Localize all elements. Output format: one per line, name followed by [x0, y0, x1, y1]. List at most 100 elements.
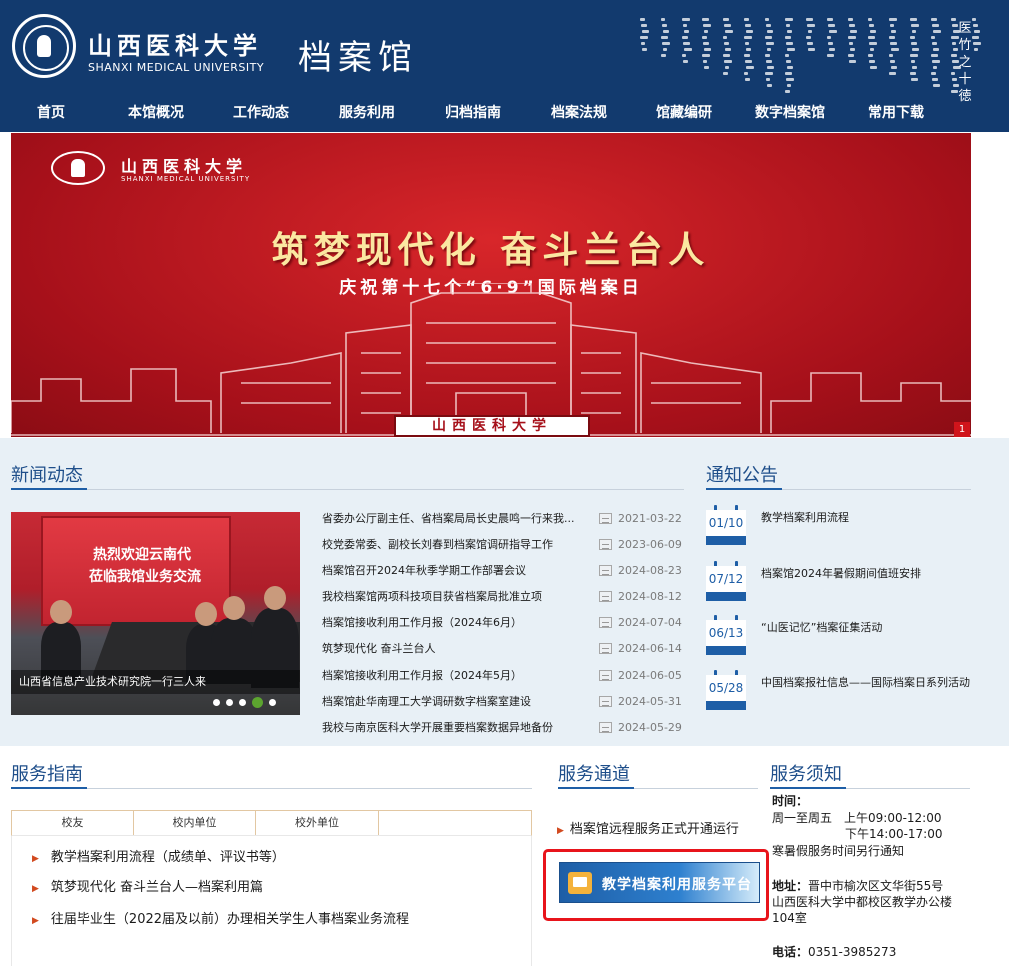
slide-dots [213, 697, 276, 708]
guide-section-title[interactable]: 服务指南 [11, 760, 83, 786]
notice-date: 07/12 [706, 566, 746, 592]
university-name-en: SHANXI MEDICAL UNIVERSITY [88, 61, 265, 74]
nav-filing-guide[interactable]: 归档指南 [437, 98, 509, 128]
time-line-2: 下午14:00-17:00 [845, 827, 943, 841]
notice-item[interactable]: 05/28 中国档案报社信息——国际档案日系列活动 [706, 670, 976, 720]
info-section-title[interactable]: 服务须知 [770, 760, 842, 786]
teaching-archive-platform-button[interactable]: 教学档案利用服务平台 [559, 862, 760, 903]
news-item[interactable]: 我校与南京医科大学开展重要档案数据异地备份 2024-05-29 [320, 715, 684, 741]
news-item[interactable]: 校党委常委、副校长刘春到档案馆调研指导工作 2023-06-09 [320, 532, 684, 558]
news-item[interactable]: 筑梦现代化 奋斗兰台人 2024-06-14 [320, 636, 684, 662]
photo-screen-text-2: 莅临我馆业务交流 [89, 569, 201, 585]
arrow-right-icon: ▶ [32, 854, 39, 864]
guide-item-title[interactable]: 往届毕业生（2022届及以前）办理相关学生人事档案业务流程 [51, 912, 409, 927]
news-item[interactable]: 我校档案馆两项科技项目获省档案局批准立项 2024-08-12 [320, 584, 684, 610]
news-item-title[interactable]: 档案馆召开2024年秋季学期工作部署会议 [322, 558, 582, 584]
news-item-title[interactable]: 档案馆接收利用工作月报（2024年5月） [322, 663, 582, 689]
slide-dot[interactable] [213, 699, 220, 706]
nav-compilation[interactable]: 馆藏编研 [648, 98, 720, 128]
nav-downloads[interactable]: 常用下载 [860, 98, 932, 128]
slide-dot[interactable] [226, 699, 233, 706]
platform-button-text: 教学档案利用服务平台 [602, 877, 752, 893]
slide-dot[interactable] [269, 699, 276, 706]
tab-alumni[interactable]: 校友 [12, 811, 134, 835]
calendar-icon: 01/10 [706, 505, 746, 545]
news-item-date: 2023-06-09 [618, 538, 682, 551]
notice-item[interactable]: 07/12 档案馆2024年暑假期间值班安排 [706, 561, 976, 611]
building-line-art-icon [11, 283, 971, 436]
banner-slide-indicator[interactable]: 1 [954, 422, 970, 437]
guide-item[interactable]: ▶ 往届毕业生（2022届及以前）办理相关学生人事档案业务流程 [32, 908, 409, 932]
hero-banner[interactable]: 山西医科大学 SHANXI MEDICAL UNIVERSITY 筑梦现代化 奋… [11, 133, 971, 437]
phone-number: 0351-3985273 [808, 945, 897, 959]
news-item[interactable]: 档案馆接收利用工作月报（2024年6月） 2024-07-04 [320, 610, 684, 636]
time-line-1: 周一至周五 上午09:00-12:00 [772, 811, 942, 825]
notice-date: 05/28 [706, 675, 746, 701]
remote-service-link[interactable]: ▶ 档案馆远程服务正式开通运行 [557, 818, 739, 837]
notice-title[interactable]: “山医记忆”档案征集活动 [761, 619, 973, 636]
slide-dot-active[interactable] [252, 697, 263, 708]
notice-title[interactable]: 教学档案利用流程 [761, 509, 973, 526]
nav-work-news[interactable]: 工作动态 [225, 98, 297, 128]
image-icon [599, 696, 612, 707]
platform-icon [568, 872, 592, 894]
banner-university-name-en: SHANXI MEDICAL UNIVERSITY [121, 175, 251, 183]
news-item-title[interactable]: 筑梦现代化 奋斗兰台人 [322, 636, 582, 662]
calligraphy-column [909, 18, 919, 100]
notice-item[interactable]: 06/13 “山医记忆”档案征集活动 [706, 615, 976, 665]
motto-calligraphy: 医竹之十徳 [958, 21, 972, 104]
photo-screen-text-1: 热烈欢迎云南代 [93, 547, 191, 563]
notice-divider-accent [706, 488, 782, 490]
university-name-cn: 山西医科大学 [88, 31, 262, 60]
guide-item-title[interactable]: 教学档案利用流程（成绩单、评议书等） [51, 850, 285, 865]
calligraphy-column [681, 18, 692, 100]
calendar-icon: 05/28 [706, 670, 746, 710]
notice-title[interactable]: 中国档案报社信息——国际档案日系列活动 [761, 674, 973, 691]
calendar-icon: 06/13 [706, 615, 746, 655]
news-item-date: 2024-08-12 [618, 590, 682, 603]
notice-title[interactable]: 档案馆2024年暑假期间值班安排 [761, 565, 973, 582]
news-item[interactable]: 档案馆召开2024年秋季学期工作部署会议 2024-08-23 [320, 558, 684, 584]
arrow-right-icon: ▶ [32, 916, 39, 926]
news-item[interactable]: 档案馆接收利用工作月报（2024年5月） 2024-06-05 [320, 663, 684, 689]
remote-service-link-text[interactable]: 档案馆远程服务正式开通运行 [570, 822, 739, 837]
news-item-title[interactable]: 我校与南京医科大学开展重要档案数据异地备份 [322, 715, 582, 741]
nav-digital-archive[interactable]: 数字档案馆 [750, 98, 830, 128]
guide-item[interactable]: ▶ 教学档案利用流程（成绩单、评议书等） [32, 846, 285, 870]
address-label: 地址： [772, 879, 809, 893]
nav-regulations[interactable]: 档案法规 [543, 98, 615, 128]
site-header: 山西医科大学 SHANXI MEDICAL UNIVERSITY 档案馆 医竹之… [0, 0, 1009, 132]
slide-dot[interactable] [239, 699, 246, 706]
tab-internal-units[interactable]: 校内单位 [134, 811, 256, 835]
news-item-title[interactable]: 档案馆接收利用工作月报（2024年6月） [322, 610, 582, 636]
notice-item[interactable]: 01/10 教学档案利用流程 [706, 505, 976, 555]
news-item[interactable]: 省委办公厅副主任、省档案局局长史晨鸣一行来我... 2021-03-22 [320, 506, 684, 532]
news-item-date: 2024-06-05 [618, 669, 682, 682]
nav-about[interactable]: 本馆概况 [120, 98, 192, 128]
guide-item-title[interactable]: 筑梦现代化 奋斗兰台人—档案利用篇 [51, 880, 263, 895]
image-icon [599, 565, 612, 576]
notice-section-title[interactable]: 通知公告 [706, 461, 778, 487]
news-photo-caption[interactable]: 山西省信息产业技术研究院一行三人来 [11, 670, 300, 694]
image-icon [599, 722, 612, 733]
main-nav: 首页 本馆概况 工作动态 服务利用 归档指南 档案法规 馆藏编研 数字档案馆 常… [0, 98, 1009, 128]
nav-services[interactable]: 服务利用 [331, 98, 403, 128]
nav-home[interactable]: 首页 [22, 98, 80, 128]
tab-external-units[interactable]: 校外单位 [256, 811, 379, 835]
university-logo-icon[interactable] [12, 14, 76, 78]
address-line-1: 晋中市榆次区文华街55号 [808, 879, 944, 893]
news-item-title[interactable]: 我校档案馆两项科技项目获省档案局批准立项 [322, 584, 582, 610]
news-item-date: 2024-06-14 [618, 642, 682, 655]
news-item-date: 2024-08-23 [618, 564, 682, 577]
calligraphy-column [868, 18, 878, 100]
banner-logo-icon [51, 151, 105, 185]
channel-section-title[interactable]: 服务通道 [558, 760, 630, 786]
news-item-title[interactable]: 档案馆赴华南理工大学调研数字档案室建设 [322, 689, 582, 715]
news-section-title[interactable]: 新闻动态 [11, 461, 83, 487]
image-icon [599, 539, 612, 550]
banner-plaque: 山西医科大学 [394, 415, 590, 437]
guide-item[interactable]: ▶ 筑梦现代化 奋斗兰台人—档案利用篇 [32, 876, 263, 900]
news-item-title[interactable]: 省委办公厅副主任、省档案局局长史晨鸣一行来我... [322, 506, 582, 532]
news-item[interactable]: 档案馆赴华南理工大学调研数字档案室建设 2024-05-31 [320, 689, 684, 715]
news-item-title[interactable]: 校党委常委、副校长刘春到档案馆调研指导工作 [322, 532, 582, 558]
